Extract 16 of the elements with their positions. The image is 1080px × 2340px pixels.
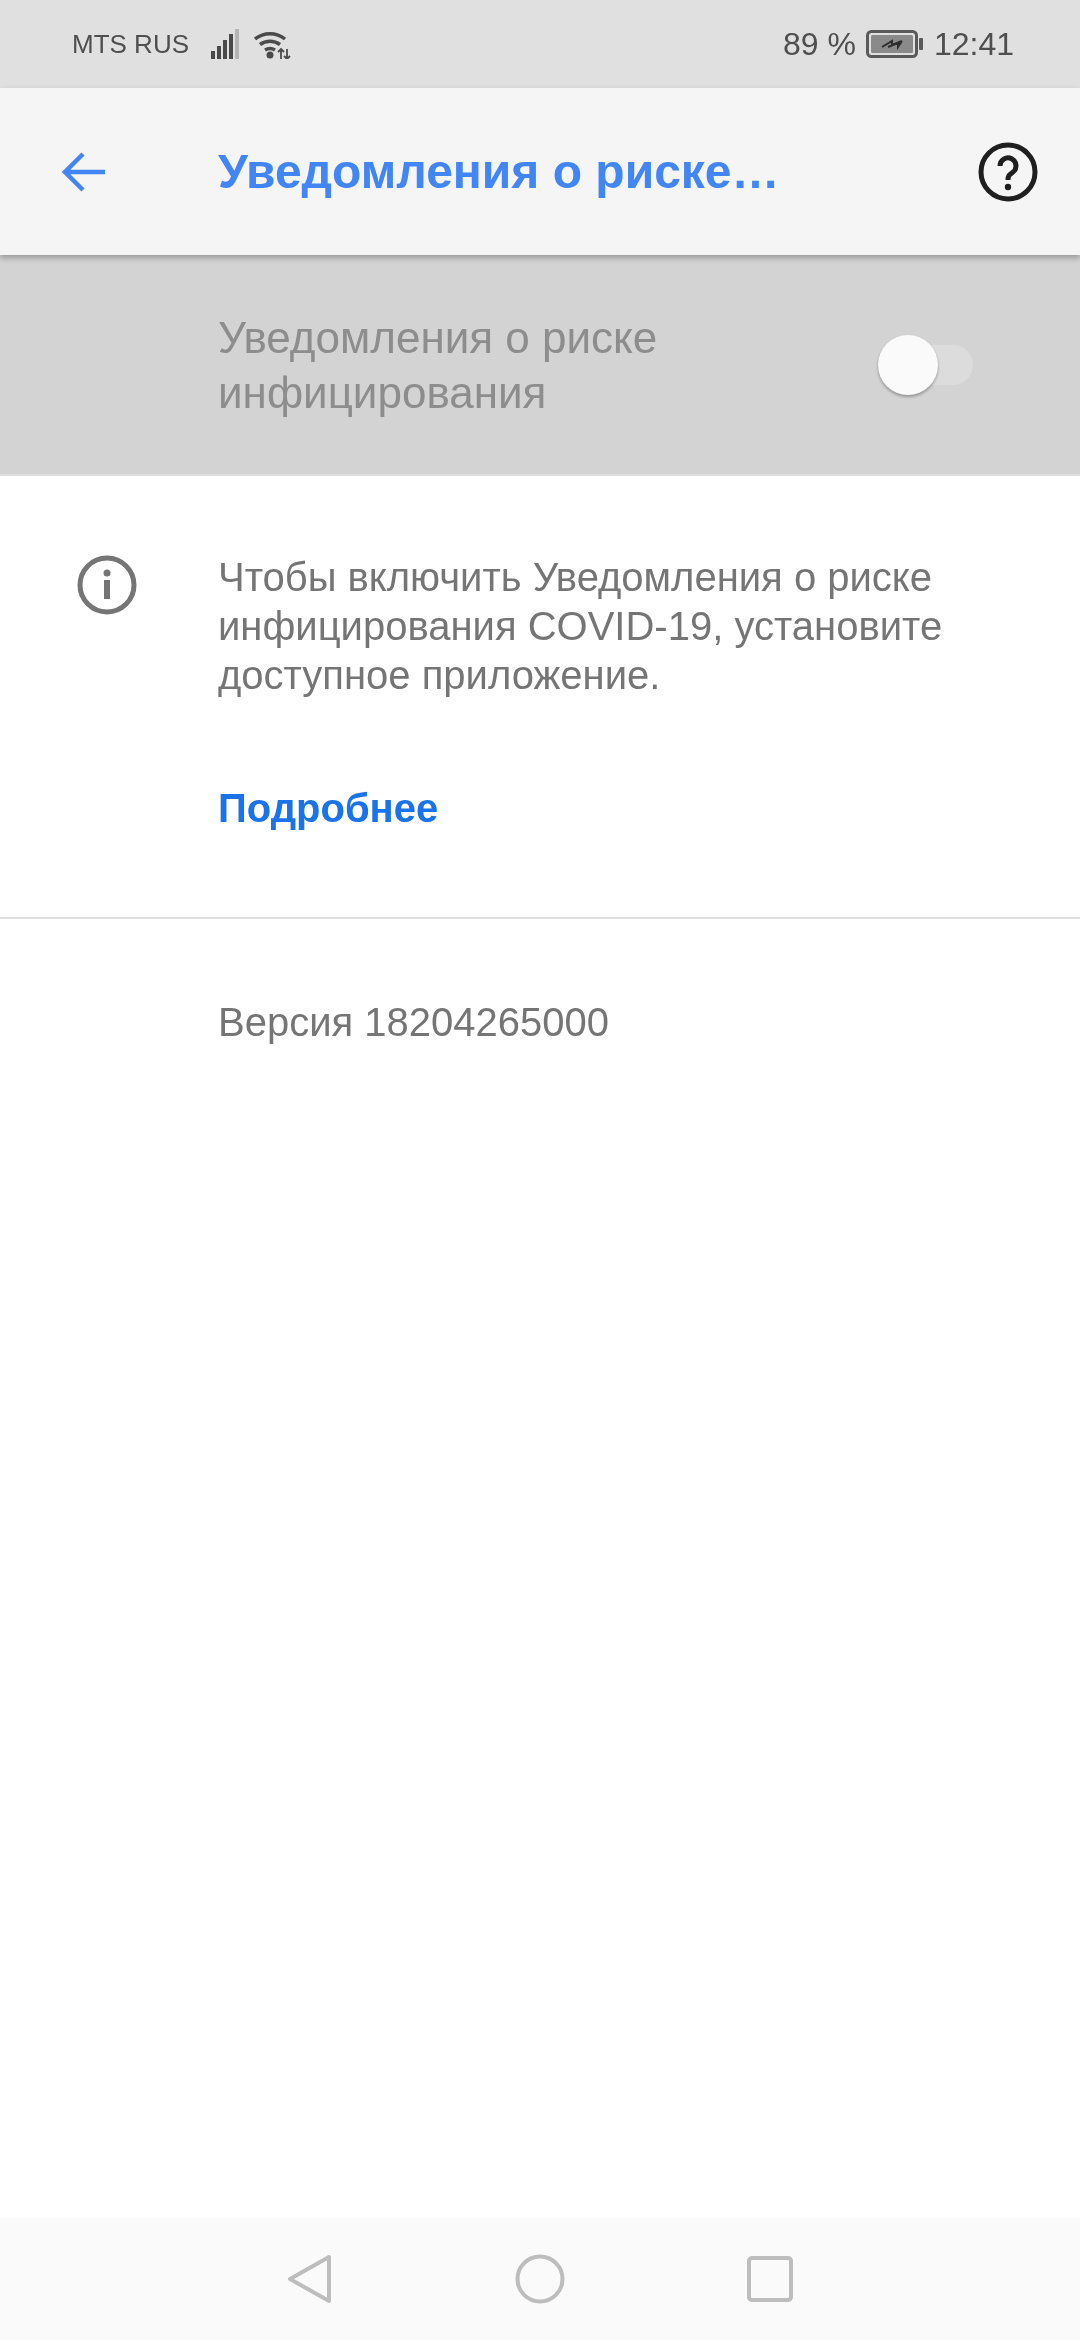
- switch-label: Уведомления о риске инфицирования: [218, 311, 659, 419]
- back-triangle-icon: [287, 2254, 333, 2304]
- help-icon: [978, 141, 1038, 202]
- battery-icon: [865, 30, 924, 58]
- home-circle-icon: [515, 2254, 565, 2304]
- wifi-icon: [253, 29, 291, 59]
- info-icon: [77, 555, 137, 615]
- signal-icon: [211, 29, 241, 59]
- carrier-name: MTS RUS: [72, 28, 189, 60]
- battery-percentage: 89 %: [783, 25, 856, 63]
- version-text: Версия 18204265000: [218, 1000, 609, 1044]
- info-text: Чтобы включить Уведомления о риске инфицирования COVID-19, установите доступное приложение.: [218, 554, 944, 699]
- screen-title: Уведомления о риске…: [218, 144, 781, 199]
- recents-square-icon: [747, 2256, 793, 2302]
- clock: 12:41: [933, 25, 1014, 63]
- learn-more-link[interactable]: Подробнее: [218, 784, 439, 833]
